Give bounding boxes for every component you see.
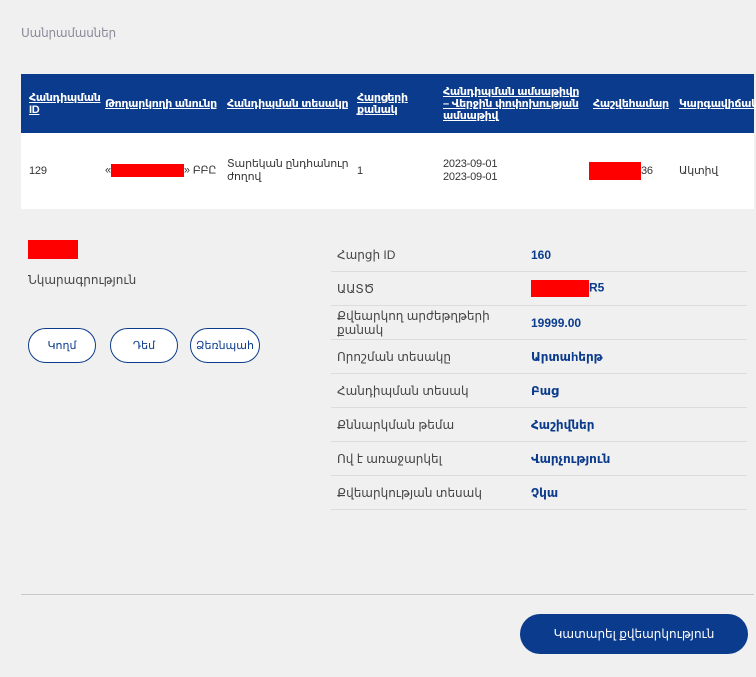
redaction-title xyxy=(28,240,78,259)
header-issuer-name[interactable]: Թողարկողի անունը xyxy=(97,98,219,110)
property-row: Հանդիպման տեսակ Բաց xyxy=(331,374,747,408)
divider xyxy=(21,594,754,595)
issuer-suffix: » ԲԲԸ xyxy=(183,164,217,177)
submit-vote-button[interactable]: Կատարել քվեարկություն xyxy=(520,614,748,654)
cell-type: Տարեկան ընդհանուր ժողով xyxy=(227,158,349,183)
property-row: Քննարկման թեմա Հաշիվներ xyxy=(331,408,747,442)
property-row: ԱԱՏԾ R5 xyxy=(331,272,747,306)
cell-dates: 2023-09-01 2023-09-01 xyxy=(435,158,585,184)
property-value: Հաշիվներ xyxy=(531,417,595,432)
redaction-isin xyxy=(531,280,589,297)
property-label: Ով է առաջարկել xyxy=(337,451,442,466)
property-value: Բաց xyxy=(531,383,559,398)
abstain-button[interactable]: Ձեռնպահ xyxy=(190,328,260,363)
meeting-date: 2023-09-01 xyxy=(443,158,498,170)
property-value: Վարչություն xyxy=(531,451,611,466)
property-row: Քվեարկող արժեթղթերի քանակ 19999.00 xyxy=(331,306,747,340)
cell-id: 129 xyxy=(29,164,47,177)
header-status[interactable]: Կարգավիճակ xyxy=(671,98,756,110)
header-account[interactable]: Հաշվեհամար xyxy=(585,98,671,110)
breadcrumb: Սանրամասներ xyxy=(21,26,116,40)
question-properties: Հարցի ID 160 ԱԱՏԾ R5 Քվեարկող արժեթղթերի… xyxy=(331,238,747,510)
property-value: 160 xyxy=(531,247,552,262)
redaction-issuer xyxy=(110,164,184,178)
property-value: 19999.00 xyxy=(531,315,582,330)
cell-status: Ակտիվ xyxy=(679,164,719,177)
property-row: Որոշման տեսակը Արտաhերթ xyxy=(331,340,747,374)
account-suffix: 36 xyxy=(641,164,653,177)
redaction-account xyxy=(589,162,641,180)
property-label: ԱԱՏԾ xyxy=(337,281,375,296)
vote-against-button[interactable]: Դեմ xyxy=(110,328,178,363)
cell-account: 36 xyxy=(585,162,671,180)
header-meeting-type[interactable]: Հանդիպման տեսակը xyxy=(219,98,349,110)
description-label: Նկարագրություն xyxy=(28,273,137,287)
meetings-table: Հանդիպման ID Թողարկողի անունը Հանդիպման … xyxy=(21,74,756,209)
header-meeting-id[interactable]: Հանդիպման ID xyxy=(21,92,101,116)
property-label: Հանդիպման տեսակ xyxy=(337,383,469,398)
last-modified-date: 2023-09-01 xyxy=(443,171,498,183)
table-row[interactable]: 129 «» ԲԲԸ Տարեկան ընդհանուր ժողով 1 202… xyxy=(21,133,754,209)
vote-for-button[interactable]: Կողմ xyxy=(28,328,96,363)
property-value: Չկա xyxy=(531,485,559,500)
property-label: Քննարկման թեմա xyxy=(337,417,455,432)
property-label: Քվեարկության տեսակ xyxy=(337,485,482,500)
property-value: Արտաhերթ xyxy=(531,349,603,364)
property-label: Քվեարկող արժեթղթերի քանակ xyxy=(337,308,490,337)
property-label: Որոշման տեսակը xyxy=(337,349,452,364)
header-question-count[interactable]: Հարցերի քանակ xyxy=(349,92,435,116)
property-row: Քվեարկության տեսակ Չկա xyxy=(331,476,747,510)
cell-issuer: «» ԲԲԸ xyxy=(97,164,219,178)
cell-questions: 1 xyxy=(357,164,363,177)
table-header: Հանդիպման ID Թողարկողի անունը Հանդիպման … xyxy=(21,74,756,133)
header-meeting-date[interactable]: Հանդիպման ամսաթիվը – Վերջին փոփոխության … xyxy=(435,86,585,122)
property-value: R5 xyxy=(531,280,604,297)
property-row: Հարցի ID 160 xyxy=(331,238,747,272)
property-label: Հարցի ID xyxy=(337,247,396,262)
property-row: Ով է առաջարկել Վարչություն xyxy=(331,442,747,476)
